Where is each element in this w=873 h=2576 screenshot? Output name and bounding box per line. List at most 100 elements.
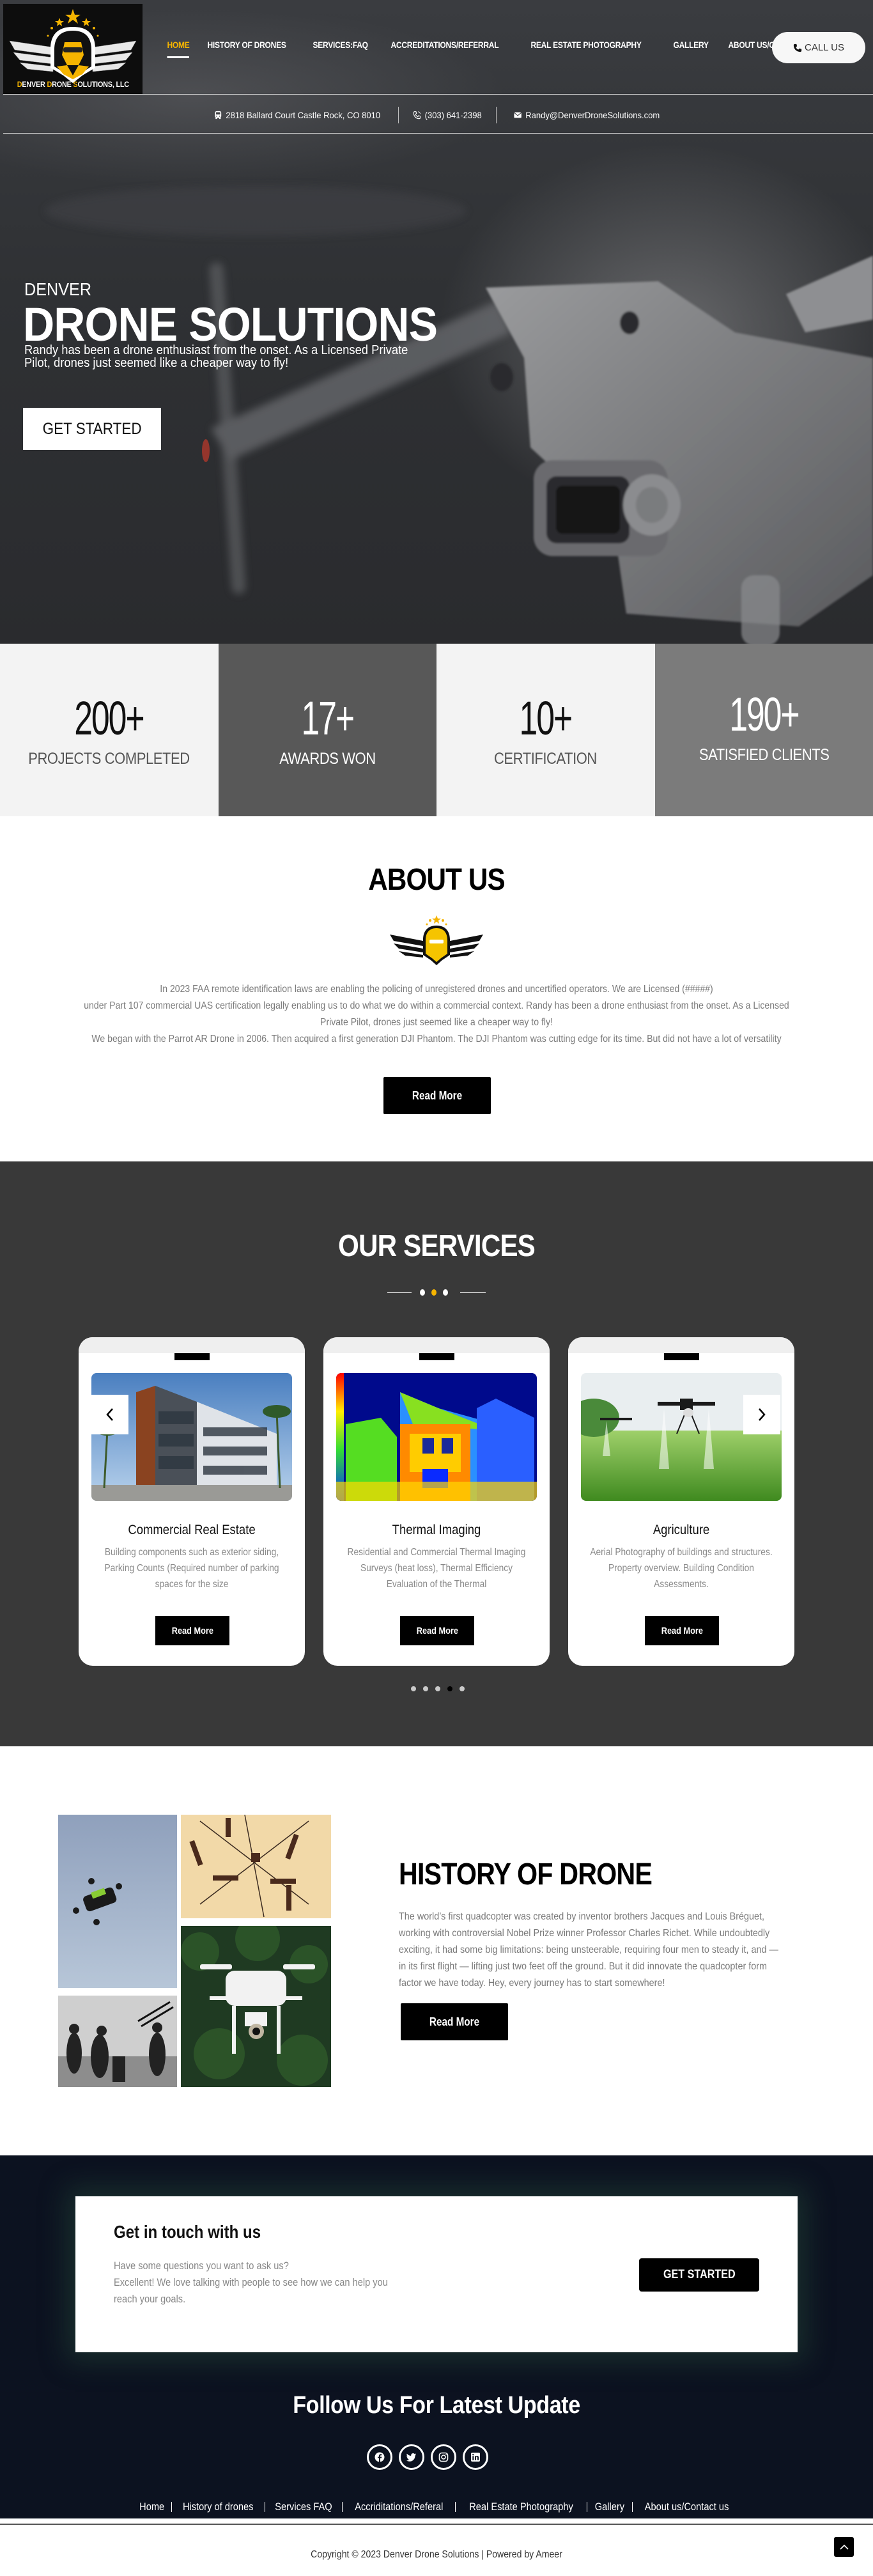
footer-link-accriditations-referal[interactable]: Accriditations/Referal <box>352 2501 446 2513</box>
footer-link-about-us-contact-us[interactable]: About us/Contact us <box>642 2501 732 2513</box>
carousel-dot-3[interactable] <box>435 1686 440 1691</box>
about-line: In 2023 FAA remote identification laws a… <box>160 984 713 995</box>
service-read-more-button[interactable]: Read More <box>645 1616 719 1645</box>
stat-value: 190+ <box>729 688 800 741</box>
nav-services-faq[interactable]: SERVICES:FAQ <box>307 40 374 50</box>
nav-accreditations-referral[interactable]: ACCREDITATIONS/REFERRAL <box>385 40 505 50</box>
footer-link-separator <box>341 2502 343 2512</box>
phone-icon <box>793 43 802 52</box>
back-to-top-button[interactable] <box>834 2537 854 2557</box>
phone-text: (303) 641-2398 <box>424 110 482 120</box>
about-title: ABOUT US <box>368 863 505 897</box>
carousel-dot-2[interactable] <box>423 1686 428 1691</box>
instagram-icon <box>438 2452 449 2462</box>
carousel-dot-5[interactable] <box>460 1686 465 1691</box>
about-read-more-button[interactable]: Read More <box>383 1077 491 1114</box>
get-in-touch-box: Get in touch with us Have some questions… <box>75 2196 798 2352</box>
cta-title: Get in touch with us <box>114 2222 261 2242</box>
about-line: Private Pilot, drones just seemed like a… <box>320 1017 553 1028</box>
facebook-link[interactable] <box>367 2444 392 2470</box>
carousel-next-button[interactable] <box>743 1395 780 1434</box>
breguet-gyroplane-photo <box>181 1815 331 1918</box>
nav-real-estate-photography[interactable]: REAL ESTATE PHOTOGRAPHY <box>525 40 647 50</box>
footer-link-history-of-drones[interactable]: History of drones <box>180 2501 257 2513</box>
footer-link-services-faq[interactable]: Services FAQ <box>272 2501 336 2513</box>
twitter-link[interactable] <box>399 2444 424 2470</box>
stat-certification: 10+ CERTIFICATION <box>436 644 655 816</box>
service-read-more-button[interactable]: Read More <box>155 1616 229 1645</box>
follow-us-title: Follow Us For Latest Update <box>293 2392 580 2419</box>
hero-section: DENVER DRONE SOLUTIONS, LLC HOME HISTORY… <box>0 0 873 644</box>
instagram-link[interactable] <box>431 2444 456 2470</box>
phantom-drone-forest-photo <box>181 1926 331 2087</box>
call-us-button[interactable]: CALL US <box>772 32 865 63</box>
envelope-icon <box>514 112 522 118</box>
stat-value: 17+ <box>301 692 355 745</box>
vintage-biplane-photo <box>58 1996 177 2087</box>
footer-link-home[interactable]: Home <box>136 2501 167 2513</box>
facebook-icon <box>375 2452 385 2462</box>
carousel-dot-1[interactable] <box>411 1686 416 1691</box>
card-header-band <box>79 1337 305 1353</box>
stat-value: 10+ <box>519 692 573 745</box>
footer-link-separator <box>455 2502 456 2512</box>
carousel-prev-button[interactable] <box>91 1395 128 1434</box>
header-divider-top <box>3 94 873 95</box>
commercial-building-photo <box>91 1373 292 1501</box>
social-links <box>367 2444 488 2470</box>
copyright-text: Copyright © 2023 Denver Drone Solutions … <box>311 2549 562 2560</box>
service-read-more-label: Read More <box>661 1625 703 1636</box>
service-read-more-button[interactable]: Read More <box>400 1616 474 1645</box>
stat-label: PROJECTS COMPLETED <box>28 750 190 768</box>
cta-text: Have some questions you want to ask us? … <box>114 2258 410 2308</box>
service-read-more-label: Read More <box>171 1625 213 1636</box>
twitter-icon <box>406 2453 416 2462</box>
nav-history-of-drones[interactable]: HISTORY OF DRONES <box>201 40 292 50</box>
hero-subtitle: Randy has been a drone enthusiast from t… <box>24 343 408 370</box>
hero-get-started-label: GET STARTED <box>42 419 142 438</box>
linkedin-link[interactable] <box>463 2444 488 2470</box>
history-title: HISTORY OF DRONE <box>399 1858 653 1891</box>
stat-label: SATISFIED CLIENTS <box>699 746 830 764</box>
stat-value: 200+ <box>74 692 145 745</box>
service-card: Thermal Imaging Residential and Commerci… <box>323 1337 550 1666</box>
card-header-band <box>323 1337 550 1353</box>
contact-info-bar: 2818 Ballard Court Castle Rock, CO 8010 … <box>0 102 873 128</box>
footer-link-gallery[interactable]: Gallery <box>592 2501 628 2513</box>
stat-projects: 200+ PROJECTS COMPLETED <box>0 644 219 816</box>
contact-separator <box>398 107 399 123</box>
nav-gallery[interactable]: GALLERY <box>667 40 715 50</box>
cta-text-line: Excellent! We love talking with people t… <box>114 2276 388 2305</box>
email-item[interactable]: Randy@DenverDroneSolutions.com <box>503 110 670 120</box>
cta-get-started-button[interactable]: GET STARTED <box>639 2258 759 2292</box>
bus-icon <box>215 111 222 120</box>
phone-item[interactable]: (303) 641-2398 <box>402 110 492 120</box>
email-text: Randy@DenverDroneSolutions.com <box>525 110 660 120</box>
site-logo[interactable]: DENVER DRONE SOLUTIONS, LLC <box>3 4 143 94</box>
services-title: OUR SERVICES <box>338 1229 536 1263</box>
parrot-drone-sky-photo <box>58 1815 177 1988</box>
thermal-house-photo <box>336 1373 537 1501</box>
hero-get-started-button[interactable]: GET STARTED <box>23 408 161 450</box>
footer-navigation: Home History of drones Services FAQ Accridi… <box>0 2501 873 2513</box>
phone-ring-icon <box>413 111 421 120</box>
card-header-band <box>568 1337 794 1353</box>
history-read-more-button[interactable]: Read More <box>401 2003 508 2040</box>
footer-link-real-estate-photography[interactable]: Real Estate Photography <box>466 2501 576 2513</box>
carousel-dot-4[interactable] <box>447 1686 452 1691</box>
cta-text-line: Have some questions you want to ask us? <box>114 2260 289 2272</box>
stat-clients: 190+ SATISFIED CLIENTS <box>654 644 873 816</box>
card-notch <box>419 1353 454 1360</box>
history-text: The world’s first quadcopter was created… <box>399 1911 778 1989</box>
card-notch <box>664 1353 699 1360</box>
header-divider-bottom <box>3 133 873 134</box>
agri-drone-photo <box>581 1373 782 1501</box>
linkedin-icon <box>471 2453 480 2462</box>
card-notch <box>174 1353 210 1360</box>
service-card-title: Thermal Imaging <box>392 1523 481 1537</box>
stat-awards: 17+ AWARDS WON <box>218 644 436 816</box>
history-read-more-label: Read More <box>429 2015 480 2028</box>
nav-home[interactable]: HOME <box>161 40 196 58</box>
pilot-emblem-icon <box>390 915 483 965</box>
service-card-description: Residential and Commercial Thermal Imagi… <box>347 1547 526 1590</box>
